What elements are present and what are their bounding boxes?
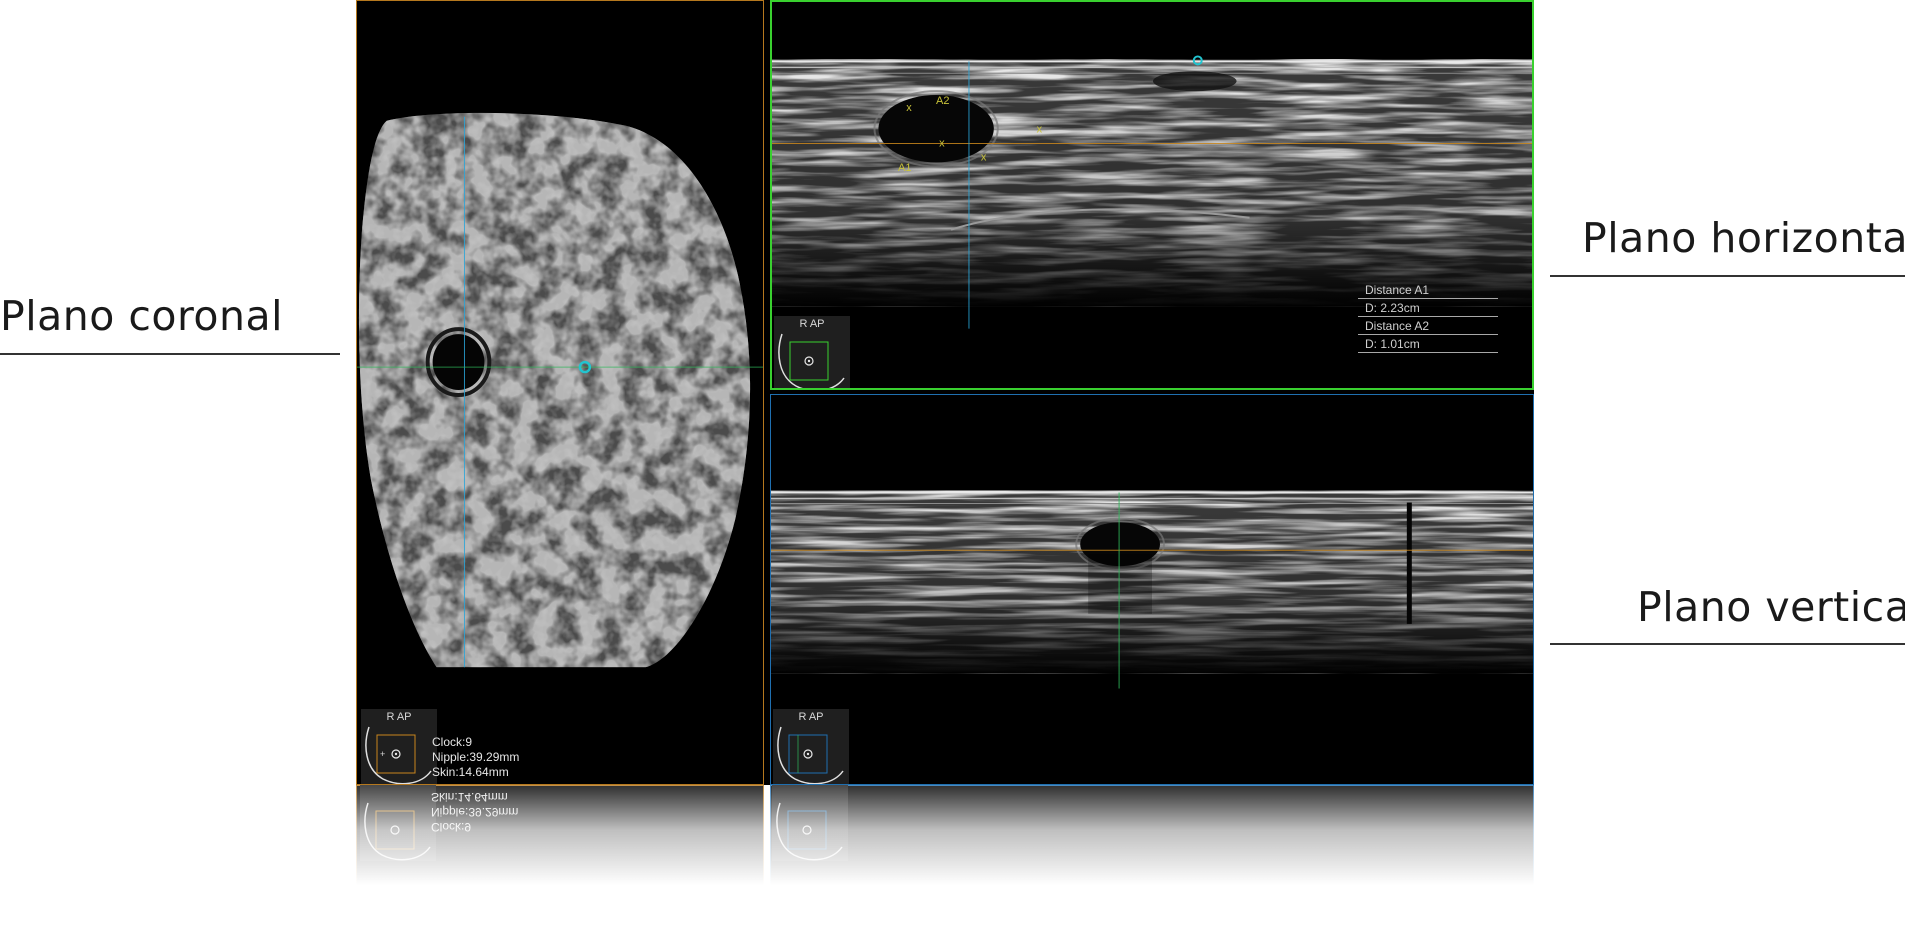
marker-a2: A2 — [936, 95, 950, 107]
rule-horizontal — [1550, 275, 1905, 277]
label-horizontal-plane: Plano horizontal — [1582, 214, 1905, 262]
viewer-reflection: Clock:9 Nipple:39.29mm Skin:14.64mm — [356, 785, 1534, 885]
vertical-orientation-widget[interactable]: R AP — [773, 709, 849, 784]
breast-outline-icon — [778, 333, 845, 388]
vertical-view[interactable]: R AP — [770, 394, 1534, 785]
measurement-a1-value: D: 2.23cm — [1358, 300, 1498, 317]
marker-a1: A1 — [898, 162, 912, 174]
coronal-orientation-widget[interactable]: R AP + — [361, 709, 437, 784]
ultrasound-viewer: R AP + Clock:9 Nipple:39.29mm Skin:14.64… — [356, 0, 1534, 785]
label-coronal-plane: Plano coronal — [0, 292, 284, 340]
svg-text:x: x — [939, 138, 945, 150]
measurement-a2-value: D: 1.01cm — [1358, 336, 1498, 353]
measurement-a2-name: Distance A2 — [1358, 318, 1498, 335]
coronal-scan-image — [357, 112, 763, 668]
horizontal-view[interactable]: x x x x A2 A1 Distance A1 D: 2.23cm Dist… — [770, 0, 1534, 390]
breast-outline-icon — [777, 726, 844, 784]
label-vertical-plane: Plano vertical — [1637, 583, 1905, 631]
horizontal-orientation-widget[interactable]: R AP — [774, 316, 850, 388]
measurement-a1-name: Distance A1 — [1358, 282, 1498, 299]
svg-text:x: x — [906, 102, 912, 114]
svg-text:x: x — [1037, 124, 1043, 136]
vertical-scan-image — [771, 490, 1533, 689]
breast-outline-icon: + — [365, 726, 432, 784]
svg-text:x: x — [981, 151, 987, 163]
rule-coronal — [0, 353, 340, 355]
svg-text:+: + — [380, 749, 385, 759]
coronal-info: Clock:9 Nipple:39.29mm Skin:14.64mm — [432, 735, 520, 779]
rule-vertical — [1550, 643, 1905, 645]
coronal-view[interactable]: R AP + Clock:9 Nipple:39.29mm Skin:14.64… — [356, 0, 764, 785]
